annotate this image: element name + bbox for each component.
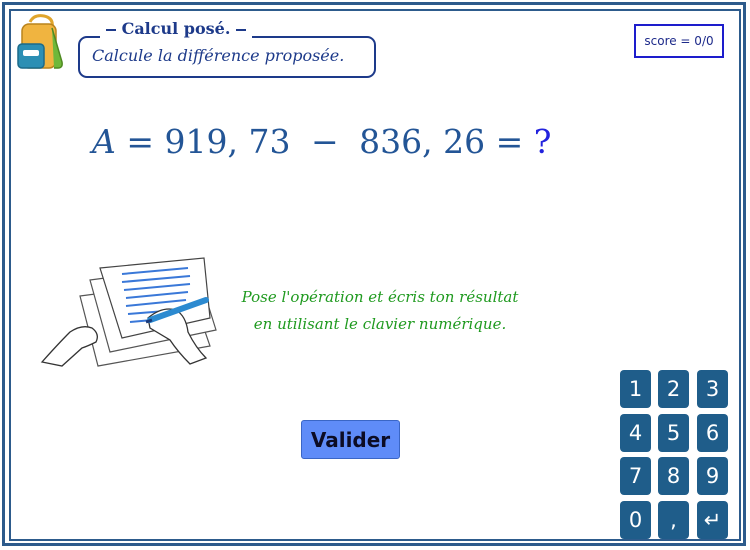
instruction-text: Calcule la différence proposée. [92, 46, 345, 65]
key-4[interactable]: 4 [620, 414, 651, 452]
page-title: Calcul posé. [100, 18, 252, 40]
hint-line-1: Pose l'opération et écris ton résultat [241, 288, 519, 306]
equation-result: ? [533, 122, 552, 161]
title-dash-right [235, 28, 246, 31]
key-enter-icon[interactable]: ↵ [697, 501, 728, 539]
key-2[interactable]: 2 [658, 370, 689, 408]
title-text: Calcul posé. [121, 19, 231, 38]
key-6[interactable]: 6 [697, 414, 728, 452]
title-dash-left [106, 28, 116, 31]
equation-equals-2: = [495, 122, 524, 161]
key-5[interactable]: 5 [658, 414, 689, 452]
key-0[interactable]: 0 [620, 501, 651, 539]
key-1[interactable]: 1 [620, 370, 651, 408]
key-8[interactable]: 8 [658, 457, 689, 495]
validate-button[interactable]: Valider [301, 420, 400, 459]
equation-operand-2: 836, 26 [359, 122, 486, 161]
key-9[interactable]: 9 [697, 457, 728, 495]
numeric-keypad: 1 2 3 4 5 6 7 8 9 0 , ↵ [620, 370, 730, 539]
equation-variable: A [92, 122, 116, 161]
key-7[interactable]: 7 [620, 457, 651, 495]
writing-illustration [40, 257, 217, 367]
score-display: score = 0/0 [634, 24, 724, 58]
equation-operator: − [310, 122, 339, 161]
hint-text: Pose l'opération et écris ton résultat e… [220, 284, 540, 338]
equation: A = 919, 73 − 836, 26 = ? [92, 122, 551, 161]
key-3[interactable]: 3 [697, 370, 728, 408]
hint-line-2: en utilisant le clavier numérique. [253, 315, 507, 333]
equation-equals: = [126, 122, 154, 161]
key-comma[interactable]: , [658, 501, 689, 539]
schoolbag-icon [17, 14, 63, 69]
equation-operand-1: 919, 73 [164, 122, 291, 161]
